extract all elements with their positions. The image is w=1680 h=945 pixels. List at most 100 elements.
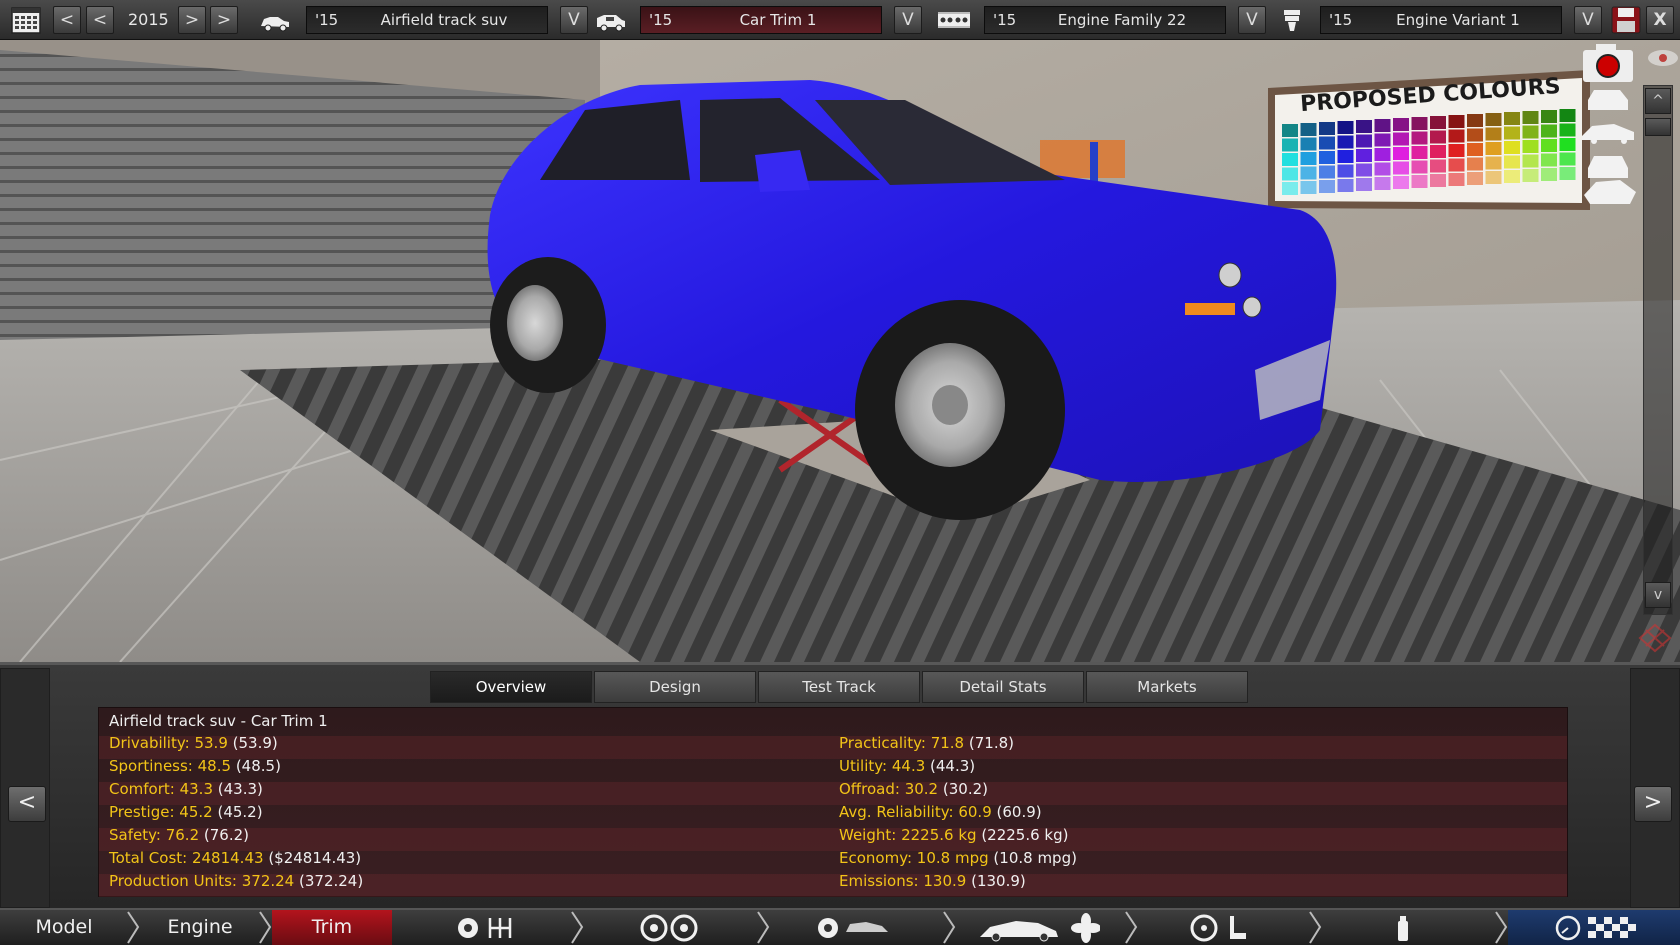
rear-view-car-icon[interactable] (1588, 156, 1628, 178)
colour-swatch (1467, 157, 1483, 171)
chevron-right-icon (259, 911, 272, 944)
colour-swatch (1559, 138, 1576, 151)
stat-drivability: Drivability: 53.9 (53.9) (109, 734, 278, 752)
model-select[interactable]: '15 Airfield track suv (306, 6, 548, 34)
engine-family-dropdown-button[interactable]: V (1238, 6, 1266, 34)
colour-swatch (1337, 121, 1354, 134)
gearbox-icon[interactable] (452, 914, 522, 942)
colour-swatch (1448, 158, 1465, 172)
colour-swatch (1411, 160, 1428, 174)
engine-variant-select[interactable]: '15 Engine Variant 1 (1320, 6, 1562, 34)
colour-swatch (1522, 125, 1539, 139)
trim-select[interactable]: '15 Car Trim 1 (640, 6, 882, 34)
colour-swatch (1319, 151, 1335, 164)
colour-swatch (1374, 119, 1391, 132)
colour-swatch (1374, 133, 1391, 147)
chevron-right-icon (571, 911, 584, 944)
trim-dropdown-button[interactable]: V (894, 6, 922, 34)
stat-safety: Safety: 76.2 (76.2) (109, 826, 250, 844)
car-trim-icon (597, 15, 625, 32)
colour-swatch (1282, 167, 1298, 181)
year-label: 2015 (128, 10, 169, 29)
colour-swatch (1485, 127, 1502, 141)
colour-swatch (1522, 140, 1539, 153)
colour-swatch (1411, 175, 1428, 188)
engine-variant-dropdown-button[interactable]: V (1574, 6, 1602, 34)
colour-swatch (1319, 165, 1335, 179)
colour-swatch (1356, 120, 1372, 133)
colour-swatch (1430, 145, 1446, 158)
tab-overview[interactable]: Overview (430, 671, 592, 703)
chassis-suspension-icon[interactable] (816, 914, 892, 942)
colour-swatch (1300, 181, 1317, 194)
previous-panel-button[interactable]: < (8, 786, 46, 822)
colour-swatch (1319, 180, 1335, 193)
stat-utility: Utility: 44.3 (44.3) (839, 757, 976, 775)
colour-swatch (1504, 155, 1520, 169)
stat-total-cost: Total Cost: 24814.43 ($24814.43) (109, 849, 362, 867)
stat-offroad: Offroad: 30.2 (30.2) (839, 780, 988, 798)
chevron-right-icon (943, 911, 956, 944)
stage-engine[interactable]: Engine (140, 910, 260, 945)
stage-trim[interactable]: Trim (272, 910, 392, 945)
year-forward-button[interactable]: > (178, 6, 206, 34)
colour-swatch (1448, 144, 1465, 157)
stage-model[interactable]: Model (0, 910, 128, 945)
automation-car-designer: < < 2015 > > '15 Airfield track suv V '1… (0, 0, 1680, 945)
colour-swatch (1300, 152, 1317, 165)
body-aero-icon[interactable] (976, 913, 1100, 943)
year-back-button[interactable]: < (86, 6, 114, 34)
tab-design[interactable]: Design (594, 671, 756, 703)
tab-test-track[interactable]: Test Track (758, 671, 920, 703)
view-scroll-track[interactable] (1643, 85, 1673, 615)
calendar-icon[interactable] (10, 6, 42, 34)
colour-swatch (1522, 111, 1539, 124)
colour-swatch (1411, 131, 1428, 145)
colour-swatch (1522, 154, 1539, 168)
colour-swatch (1393, 132, 1409, 146)
view-scroll-thumb[interactable] (1645, 118, 1671, 136)
view-scroll-up-button[interactable]: ^ (1645, 88, 1671, 114)
stat-comfort: Comfort: 43.3 (43.3) (109, 780, 263, 798)
exhaust-spray-icon[interactable] (1388, 913, 1418, 943)
colour-swatch (1393, 176, 1409, 189)
colour-swatch (1356, 149, 1372, 162)
model-year: '15 (315, 11, 339, 29)
colour-swatch (1559, 123, 1576, 137)
view-scroll-down-button[interactable]: v (1645, 582, 1671, 608)
colour-swatch (1411, 117, 1428, 130)
testing-checkered-flag-icon[interactable] (1554, 913, 1638, 943)
tab-detail-stats[interactable]: Detail Stats (922, 671, 1084, 703)
stat-sportiness: Sportiness: 48.5 (48.5) (109, 757, 281, 775)
chevron-right-icon (757, 911, 770, 944)
colour-swatch (1337, 150, 1354, 163)
interior-steering-seat-icon[interactable] (1188, 913, 1252, 943)
year-back-fast-button[interactable]: < (53, 6, 81, 34)
engine-family-select[interactable]: '15 Engine Family 22 (984, 6, 1226, 34)
stat-practicality: Practicality: 71.8 (71.8) (839, 734, 1014, 752)
colour-swatch (1541, 110, 1557, 123)
garage-scene (0, 40, 1680, 662)
colour-swatch (1393, 161, 1409, 175)
wheels-tyres-icon[interactable] (638, 914, 702, 942)
year-forward-fast-button[interactable]: > (210, 6, 238, 34)
colour-swatch (1430, 159, 1446, 173)
model-dropdown-button[interactable]: V (560, 6, 588, 34)
colour-swatch (1319, 122, 1335, 135)
colour-swatch (1485, 142, 1502, 155)
colour-swatch (1374, 177, 1391, 190)
next-panel-button[interactable]: > (1634, 786, 1672, 822)
top-toolbar: < < 2015 > > '15 Airfield track suv V '1… (0, 0, 1680, 40)
eye-view-icon[interactable] (1648, 50, 1678, 66)
colour-swatch (1337, 179, 1354, 192)
chevron-right-icon (1309, 911, 1322, 944)
close-button[interactable]: X (1646, 6, 1674, 34)
save-icon[interactable] (1610, 6, 1642, 34)
stat-production-units: Production Units: 372.24 (372.24) (109, 872, 364, 890)
overview-title: Airfield track suv - Car Trim 1 (109, 712, 328, 730)
colour-swatch (1504, 126, 1520, 140)
front-view-car-icon[interactable] (1588, 90, 1628, 110)
car-3d-viewport[interactable]: PROPOSED COLOURS (0, 40, 1680, 662)
colour-swatch (1430, 174, 1446, 187)
tab-markets[interactable]: Markets (1086, 671, 1248, 703)
